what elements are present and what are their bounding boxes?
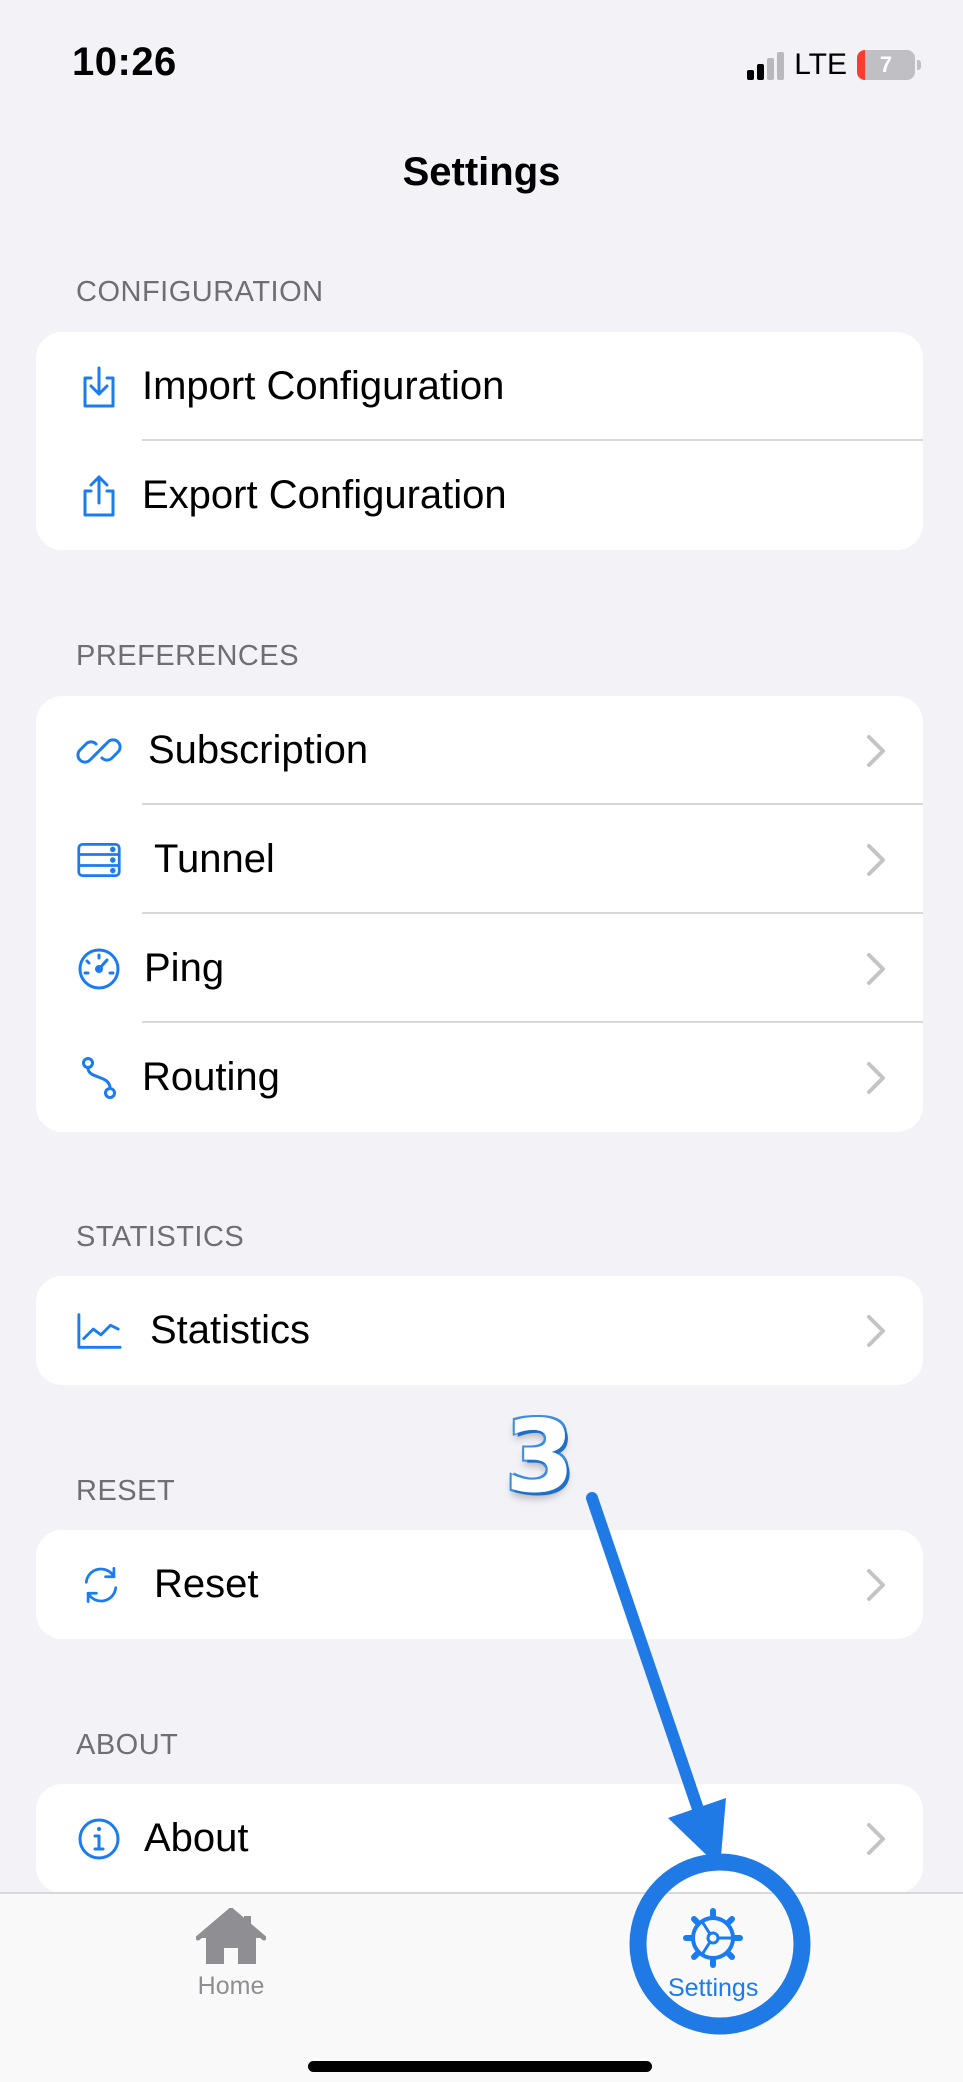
battery-icon: 7: [857, 50, 921, 80]
status-time: 10:26: [72, 40, 177, 84]
row-label: Import Configuration: [142, 364, 505, 408]
chart-icon: [76, 1308, 122, 1354]
ping-row[interactable]: Ping: [36, 914, 923, 1023]
tunnel-row[interactable]: Tunnel: [36, 805, 923, 914]
row-label: Tunnel: [154, 837, 275, 881]
export-configuration-row[interactable]: Export Configuration: [36, 441, 923, 550]
subscription-row[interactable]: Subscription: [36, 696, 923, 805]
chevron-right-icon: [867, 1314, 885, 1347]
gear-icon: [683, 1908, 744, 1968]
server-icon: [76, 837, 122, 883]
preferences-group: Subscription Tunnel Ping Routing: [36, 696, 923, 1132]
tab-settings[interactable]: Settings: [668, 1908, 758, 2003]
link-icon: [76, 728, 122, 774]
import-icon: [76, 364, 122, 410]
reset-row[interactable]: Reset: [36, 1530, 923, 1639]
row-label: Routing: [142, 1055, 280, 1099]
info-icon: [76, 1816, 122, 1862]
chevron-right-icon: [867, 1568, 885, 1601]
configuration-group: Import Configuration Export Configuratio…: [36, 332, 923, 550]
speedometer-icon: [76, 946, 122, 992]
refresh-icon: [78, 1562, 124, 1608]
section-header-reset: RESET: [76, 1475, 176, 1507]
statistics-row[interactable]: Statistics: [36, 1276, 923, 1385]
home-indicator: [308, 2061, 652, 2072]
chevron-right-icon: [867, 734, 885, 767]
page-title: Settings: [402, 150, 561, 194]
row-label: Subscription: [148, 728, 369, 772]
about-group: About: [36, 1784, 923, 1893]
section-header-statistics: STATISTICS: [76, 1221, 245, 1253]
section-header-preferences: PREFERENCES: [76, 640, 300, 672]
chevron-right-icon: [867, 843, 885, 876]
step-number-badge: 3: [505, 1398, 575, 1515]
chevron-right-icon: [867, 952, 885, 985]
statistics-group: Statistics: [36, 1276, 923, 1385]
tab-home[interactable]: Home: [196, 1908, 266, 2001]
settings-screen: 10:26 LTE 7 Settings CONFIGURATION Impor…: [0, 0, 963, 2082]
route-icon: [76, 1055, 122, 1101]
chevron-right-icon: [867, 1822, 885, 1855]
row-label: Reset: [154, 1562, 259, 1606]
network-type: LTE: [794, 48, 847, 81]
tab-label: Settings: [668, 1974, 759, 2002]
import-configuration-row[interactable]: Import Configuration: [36, 332, 923, 441]
tab-label: Home: [197, 1972, 265, 2000]
cellular-signal-icon: [747, 50, 785, 80]
section-header-configuration: CONFIGURATION: [76, 276, 324, 308]
reset-group: Reset: [36, 1530, 923, 1639]
house-icon: [196, 1908, 266, 1964]
row-label: Ping: [144, 946, 225, 990]
row-label: About: [144, 1816, 249, 1860]
share-icon: [76, 473, 122, 519]
tab-bar: Home Settings: [0, 1892, 963, 2082]
routing-row[interactable]: Routing: [36, 1023, 923, 1132]
status-indicators: LTE 7: [747, 48, 921, 82]
chevron-right-icon: [867, 1061, 885, 1094]
section-header-about: ABOUT: [76, 1729, 179, 1761]
row-label: Export Configuration: [142, 473, 507, 517]
battery-level: 7: [879, 52, 893, 77]
row-label: Statistics: [150, 1308, 311, 1352]
about-row[interactable]: About: [36, 1784, 923, 1893]
